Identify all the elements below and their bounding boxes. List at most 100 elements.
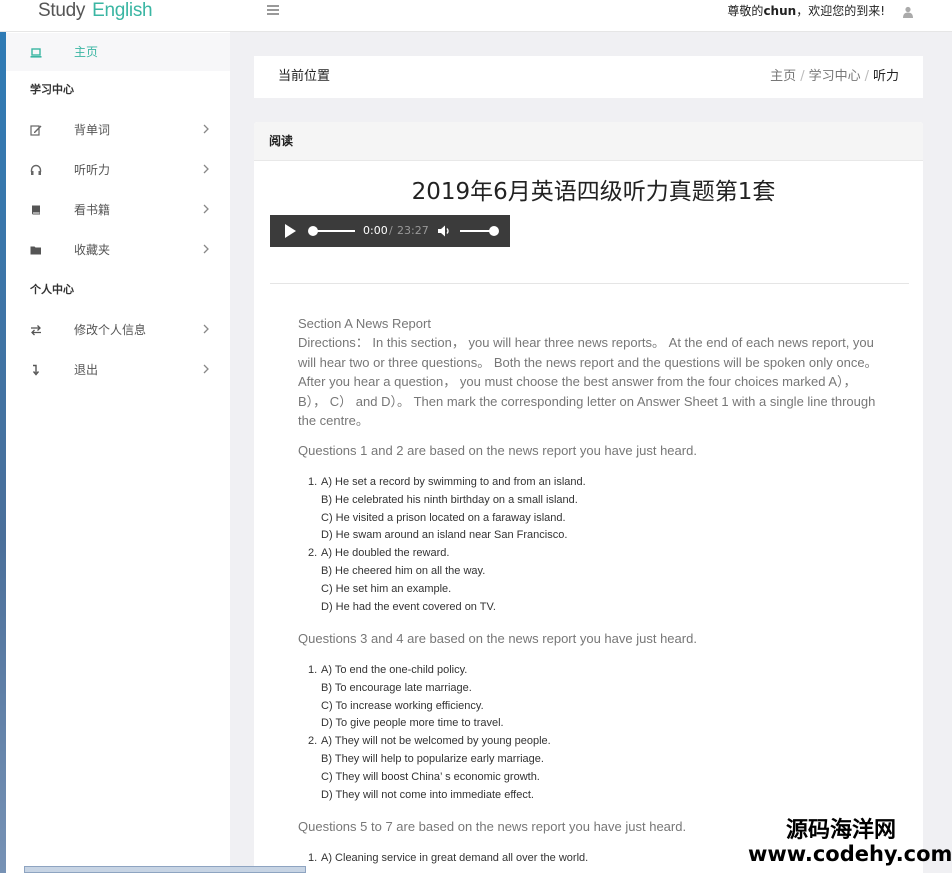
question-number: 2. [308,547,318,560]
time-separator: / [389,224,393,237]
question-list: 1. A) He set a record by swimming to and … [308,474,586,616]
breadcrumb-bar: 当前位置 主页 / 学习中心 / 听力 [254,56,923,98]
sidebar-item-books[interactable]: 看书籍 [6,191,230,229]
volume-handle[interactable] [489,226,499,236]
list-item: 1. A) Cleaning service in great demand al… [308,850,588,868]
current-time: 0:00 [363,224,388,237]
seek-bar[interactable] [312,230,355,232]
question-list: 1. A) To end the one-child policy. B) To … [308,662,551,804]
exchange-icon [31,325,41,336]
option: D) He had the event covered on TV. [321,600,496,613]
welcome-prefix: 尊敬的 [727,4,764,18]
sidebar-item-listening[interactable]: 听听力 [6,151,230,189]
sidebar-item-label: 主页 [74,45,99,59]
section-personal-center: 个人中心 [30,283,74,296]
chevron-right-icon [203,364,209,374]
option: D) They will not come into immediate eff… [321,788,534,801]
sidebar-item-label: 听听力 [74,163,111,177]
section-study-center: 学习中心 [30,83,74,96]
sidebar-item-label: 收藏夹 [74,243,111,257]
folder-icon [30,246,41,255]
question-number: 1. [308,664,318,676]
option: C) He visited a prison located on a fara… [321,511,566,524]
sidebar-item-favorites[interactable]: 收藏夹 [6,231,230,269]
chevron-right-icon [203,244,209,254]
divider [270,283,909,284]
card-header-title: 阅读 [269,134,294,148]
book-icon [31,205,40,215]
logo-word-english: English [92,0,153,21]
user-icon[interactable] [902,6,914,18]
menu-toggle-icon[interactable] [267,5,279,17]
seek-handle[interactable] [308,226,318,236]
directions-block: Section A News Report Directions： In thi… [298,314,883,430]
edit-icon [30,125,42,136]
question-group-heading: Questions 3 and 4 are based on the news … [298,631,697,646]
option: B) To encourage late marriage. [321,681,472,694]
breadcrumb-separator: / [800,69,805,84]
breadcrumb-link-home[interactable]: 主页 [770,69,796,84]
question-list: 1. A) Cleaning service in great demand al… [308,850,588,868]
option: D) To give people more time to travel. [321,717,504,730]
card-header: 阅读 [254,122,923,161]
list-item: 2. A) They will not be welcomed by young … [308,733,551,751]
breadcrumb-current: 听力 [872,69,899,84]
welcome-suffix: ，欢迎您的到来! [796,4,885,18]
audio-player: 0:00 / 23:27 [270,215,510,247]
option: B) He cheered him on all the way. [321,564,486,577]
welcome-message: 尊敬的chun，欢迎您的到来! [727,3,885,19]
option: D) He swam around an island near San Fra… [321,529,568,542]
sidebar-item-label: 退出 [74,363,99,377]
question-number: 1. [308,852,318,864]
breadcrumb-link-study-center[interactable]: 学习中心 [809,69,861,84]
option: A) They will not be welcomed by young pe… [321,735,551,748]
watermark-url: www.codehy.com [748,842,952,866]
breadcrumb-title: 当前位置 [278,69,331,84]
volume-icon[interactable] [437,224,451,238]
list-item: 2. A) He doubled the reward. [308,545,586,563]
page-title: 2019年6月英语四级听力真题第1套 [411,179,776,205]
sidebar-item-edit-profile[interactable]: 修改个人信息 [6,311,230,349]
logo[interactable]: Study English [38,0,153,24]
content-card: 阅读 2019年6月英语四级听力真题第1套 0:00 / 23:27 Secti… [254,122,923,873]
laptop-icon [30,48,42,58]
headphones-icon [30,164,42,175]
breadcrumb: 主页 / 学习中心 / 听力 [770,69,899,85]
window-fragment [24,866,306,873]
option: C) He set him an example. [321,582,452,595]
chevron-right-icon [203,124,209,134]
play-icon[interactable] [285,224,296,238]
breadcrumb-separator: / [864,69,869,84]
sidebar: 主页 学习中心 背单词 听听力 看书籍 收藏夹 个人中心 修改个人信息 退出 [6,32,230,873]
sidebar-item-vocabulary[interactable]: 背单词 [6,111,230,149]
list-item: 1. A) He set a record by swimming to and … [308,474,586,492]
option: A) Cleaning service in great demand all … [321,852,589,864]
option: B) They will help to popularize early ma… [321,752,544,765]
list-item: 1. A) To end the one-child policy. [308,662,551,680]
option: C) To increase working efficiency. [321,699,484,712]
section-title: Section A News Report [298,316,431,331]
option: B) He celebrated his ninth birthday on a… [321,493,578,506]
sidebar-item-home[interactable]: 主页 [6,33,230,71]
chevron-right-icon [203,324,209,334]
question-number: 1. [308,476,318,488]
level-down-icon [32,364,40,376]
sidebar-item-logout[interactable]: 退出 [6,351,230,389]
top-navbar: Study English 尊敬的chun，欢迎您的到来! [0,0,952,32]
directions-text: Directions： In this section， you will he… [298,335,878,429]
chevron-right-icon [203,164,209,174]
option: A) He set a record by swimming to and fr… [321,476,586,488]
chevron-right-icon [203,204,209,214]
logo-word-study: Study [38,0,86,21]
sidebar-item-label: 背单词 [74,123,111,137]
option: A) He doubled the reward. [321,547,450,560]
question-group-heading: Questions 1 and 2 are based on the news … [298,443,697,458]
sidebar-item-label: 看书籍 [74,203,111,217]
sidebar-item-label: 修改个人信息 [74,323,147,337]
duration: 23:27 [397,224,429,237]
question-number: 2. [308,735,318,748]
option: C) They will boost China’ s economic gro… [321,770,540,783]
option: A) To end the one-child policy. [321,664,468,676]
question-group-heading: Questions 5 to 7 are based on the news r… [298,819,687,834]
username: chun [763,4,797,18]
